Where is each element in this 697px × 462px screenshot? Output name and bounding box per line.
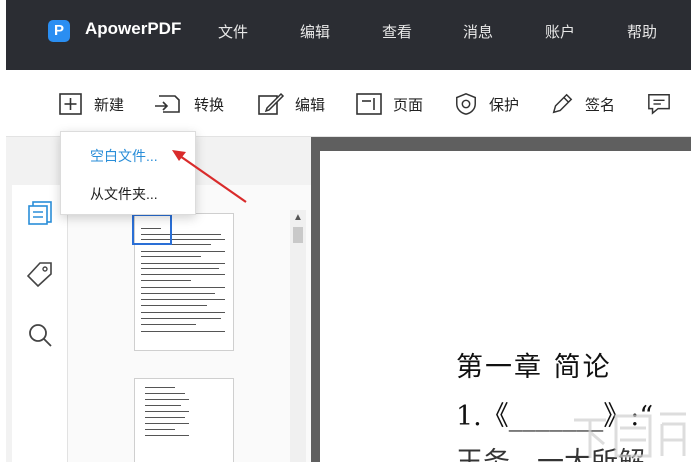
app-name: ApowerPDF: [85, 19, 182, 38]
thumbnail-selection-box: [132, 214, 172, 245]
menu-item-blank-file[interactable]: 空白文件...: [90, 146, 158, 166]
page-thumbnail-2[interactable]: [134, 378, 234, 462]
menu-item-from-folder[interactable]: 从文件夹...: [90, 184, 158, 204]
menu-edit[interactable]: 编辑: [300, 21, 330, 42]
menu-view[interactable]: 查看: [382, 21, 412, 42]
edit-button[interactable]: 编辑: [257, 92, 325, 116]
document-heading: 第一章 简论: [456, 352, 612, 383]
new-label: 新建: [94, 96, 125, 114]
comment-button[interactable]: [646, 92, 672, 116]
comment-icon: [648, 94, 670, 115]
search-icon[interactable]: [26, 321, 54, 349]
convert-label: 转换: [194, 96, 225, 114]
scrollbar-thumb[interactable]: [293, 227, 303, 243]
page-button[interactable]: 页面: [355, 92, 423, 116]
scroll-up-arrow-icon[interactable]: ▲: [293, 212, 303, 223]
sidebar-rail: [12, 185, 68, 462]
edit-label: 编辑: [295, 96, 326, 114]
new-button[interactable]: 新建: [58, 92, 124, 116]
menu-messages[interactable]: 消息: [463, 21, 493, 42]
menu-file[interactable]: 文件: [218, 21, 248, 42]
convert-button[interactable]: 转换: [152, 92, 224, 116]
protect-label: 保护: [489, 96, 520, 114]
shield-icon: [456, 93, 476, 115]
toolbar: 新建 转换 编辑 页面 保护 签名: [6, 70, 691, 137]
plus-box-icon: [59, 93, 82, 115]
sign-label: 签名: [585, 96, 616, 114]
page-icon: [356, 93, 382, 115]
app-window: P ApowerPDF 文件 编辑 查看 消息 账户 帮助 新建 转换 编辑 页…: [6, 0, 691, 462]
convert-icon: [155, 95, 180, 113]
protect-button[interactable]: 保护: [453, 92, 519, 116]
pen-sign-icon: [552, 93, 573, 114]
bookmark-tag-icon[interactable]: [26, 260, 54, 288]
sign-button[interactable]: 签名: [549, 92, 615, 116]
thumbnail-scrollbar[interactable]: ▲: [290, 210, 306, 462]
menu-help[interactable]: 帮助: [627, 21, 657, 42]
menu-account[interactable]: 账户: [545, 21, 575, 42]
title-bar: P ApowerPDF 文件 编辑 查看 消息 账户 帮助: [6, 0, 691, 70]
page-label: 页面: [393, 96, 424, 114]
app-logo-icon: P: [48, 20, 70, 42]
pages-icon[interactable]: [26, 199, 54, 227]
watermark-logo: [574, 412, 686, 458]
edit-pencil-icon: [258, 92, 285, 115]
annotation-arrow-icon: [172, 150, 247, 203]
